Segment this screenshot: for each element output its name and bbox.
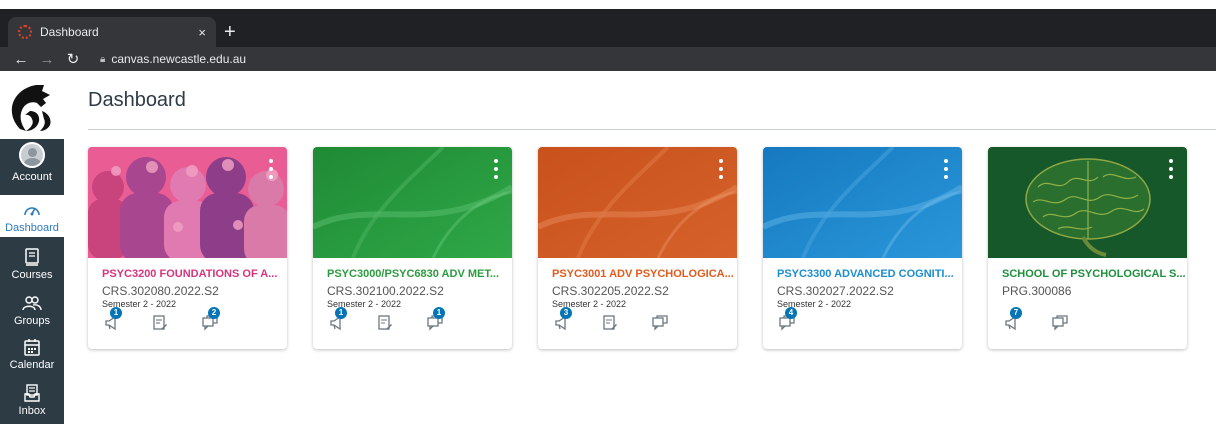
discussions-badge: 2 [208, 307, 220, 319]
announcements-megaphone-icon[interactable]: 1 [329, 307, 347, 331]
course-code: CRS.302205.2022.S2 [552, 284, 669, 298]
assignments-icon[interactable] [377, 315, 393, 331]
course-card-image [88, 147, 287, 258]
course-card-image [763, 147, 962, 258]
calendar-icon [24, 337, 40, 357]
announcements-megaphone-icon[interactable]: 1 [104, 307, 122, 331]
dashboard-gauge-icon [23, 200, 41, 220]
close-tab-icon[interactable]: × [198, 25, 206, 40]
canvas-favicon-icon [18, 25, 32, 39]
nav-dashboard-label: Dashboard [5, 222, 59, 234]
nav-inbox-label: Inbox [18, 405, 46, 417]
inbox-icon [24, 383, 40, 403]
header-divider [88, 129, 1216, 130]
card-options-icon[interactable] [492, 159, 500, 179]
browser-toolbar: ← → ↻ 🔒︎ canvas.newcastle.edu.au [0, 47, 1216, 71]
avatar [19, 142, 45, 168]
new-tab-button[interactable]: + [224, 22, 236, 42]
announcements-badge: 1 [110, 307, 122, 319]
browser-tab[interactable]: Dashboard × [8, 17, 216, 47]
course-card-image [538, 147, 737, 258]
course-code: CRS.302080.2022.S2 [102, 284, 219, 298]
announcements-badge: 3 [560, 307, 572, 319]
nav-courses-label: Courses [11, 269, 53, 281]
reload-icon[interactable]: ↻ [62, 50, 84, 68]
card-options-icon[interactable] [717, 159, 725, 179]
discussions-icon[interactable]: 2 [202, 307, 220, 331]
nav-account[interactable]: Account [0, 141, 64, 187]
course-card[interactable]: PSYC3200 FOUNDATIONS OF A... CRS.302080.… [88, 147, 287, 349]
courses-book-icon [24, 247, 40, 267]
nav-calendar-label: Calendar [9, 359, 55, 371]
course-name[interactable]: PSYC3200 FOUNDATIONS OF A... [102, 268, 277, 280]
groups-people-icon [22, 293, 42, 313]
card-options-icon[interactable] [942, 159, 950, 179]
course-name[interactable]: PSYC3300 ADVANCED COGNITI... [777, 268, 954, 280]
nav-groups[interactable]: Groups [0, 293, 64, 333]
nav-calendar[interactable]: Calendar [0, 337, 64, 379]
discussions-badge: 4 [785, 307, 797, 319]
announcements-badge: 7 [1010, 307, 1022, 319]
course-code: CRS.302027.2022.S2 [777, 284, 894, 298]
account-avatar-icon [19, 141, 45, 169]
back-arrow-icon[interactable]: ← [10, 51, 32, 68]
nav-dashboard[interactable]: Dashboard [0, 195, 64, 237]
address-bar[interactable]: canvas.newcastle.edu.au [111, 52, 246, 66]
page-title: Dashboard [88, 89, 186, 111]
discussions-icon[interactable]: 4 [779, 307, 797, 331]
course-name[interactable]: PSYC3001 ADV PSYCHOLOGICA... [552, 268, 734, 280]
nav-inbox[interactable]: Inbox [0, 383, 64, 423]
discussions-icon[interactable] [652, 315, 668, 331]
announcements-megaphone-icon[interactable]: 7 [1004, 307, 1022, 331]
course-card[interactable]: PSYC3300 ADVANCED COGNITI... CRS.302027.… [763, 147, 962, 349]
card-options-icon[interactable] [267, 159, 275, 179]
forward-arrow-icon[interactable]: → [36, 51, 58, 68]
nav-groups-label: Groups [13, 315, 51, 327]
course-card[interactable]: SCHOOL OF PSYCHOLOGICAL S... PRG.300086 … [988, 147, 1187, 349]
nav-courses[interactable]: Courses [0, 247, 64, 287]
discussions-icon[interactable]: 1 [427, 307, 445, 331]
course-code: PRG.300086 [1002, 284, 1072, 298]
course-card-image [988, 147, 1187, 258]
top-strip [0, 0, 1216, 9]
global-nav: Account Dashboard Courses Groups Calenda… [0, 71, 64, 424]
assignments-icon[interactable] [602, 315, 618, 331]
lock-icon: 🔒︎ [100, 53, 106, 65]
browser-tab-bar: Dashboard × + [0, 9, 1216, 47]
course-name[interactable]: PSYC3000/PSYC6830 ADV MET... [327, 268, 499, 280]
course-code: CRS.302100.2022.S2 [327, 284, 444, 298]
discussions-icon[interactable] [1052, 315, 1068, 331]
announcements-megaphone-icon[interactable]: 3 [554, 307, 572, 331]
course-card[interactable]: PSYC3001 ADV PSYCHOLOGICA... CRS.302205.… [538, 147, 737, 349]
card-options-icon[interactable] [1167, 159, 1175, 179]
announcements-badge: 1 [335, 307, 347, 319]
nav-account-label: Account [12, 171, 52, 183]
nav-strip: Account Dashboard Courses Groups Calenda… [0, 139, 64, 424]
course-card[interactable]: PSYC3000/PSYC6830 ADV MET... CRS.302100.… [313, 147, 512, 349]
discussions-badge: 1 [433, 307, 445, 319]
assignments-icon[interactable] [152, 315, 168, 331]
course-card-image [313, 147, 512, 258]
tab-title: Dashboard [40, 25, 99, 39]
course-name[interactable]: SCHOOL OF PSYCHOLOGICAL S... [1002, 268, 1186, 280]
university-logo[interactable] [6, 81, 60, 135]
